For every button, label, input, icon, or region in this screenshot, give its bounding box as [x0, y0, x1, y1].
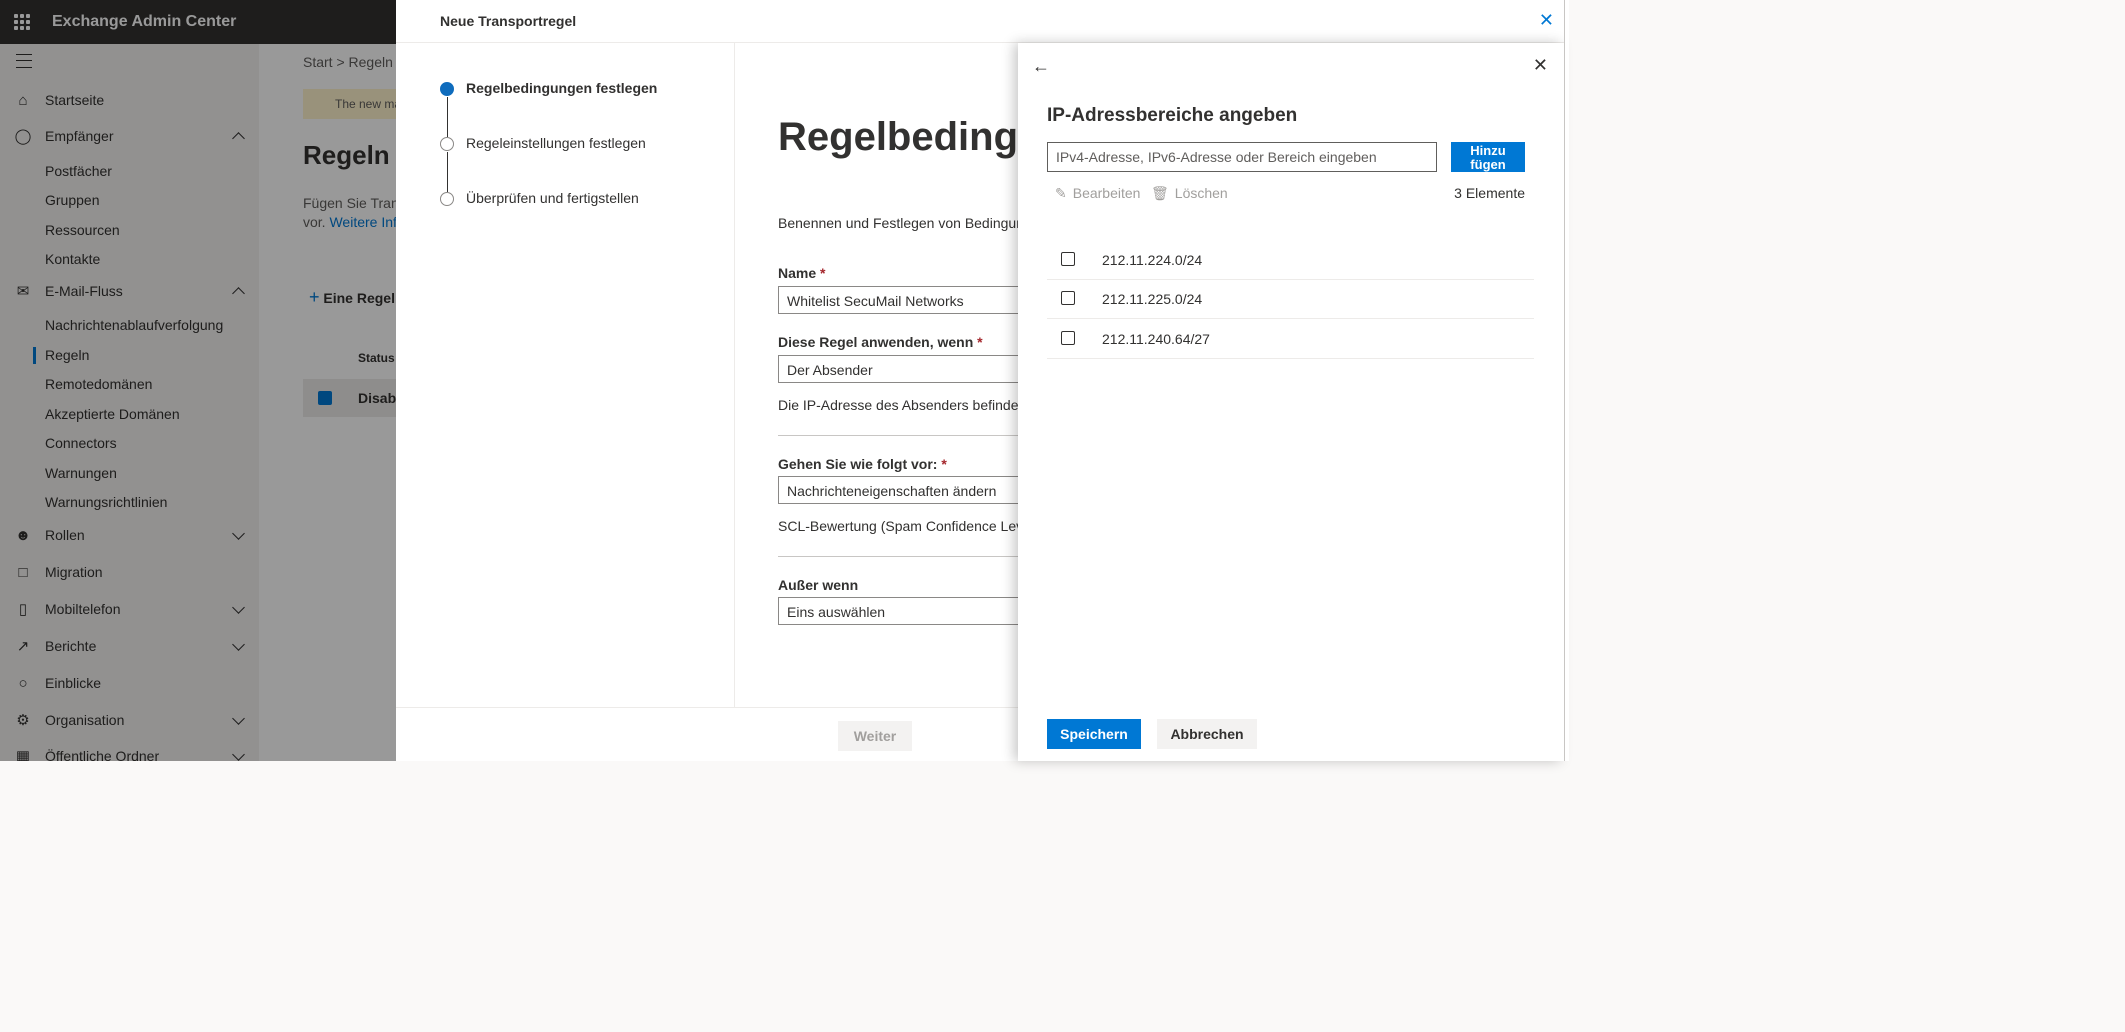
flyout-title: IP-Adressbereiche angeben: [1047, 105, 1298, 126]
next-button[interactable]: Weiter: [838, 721, 912, 751]
panel-header: Neue Transportregel ✕: [396, 0, 1568, 43]
apply-condition-label: Diese Regel anwenden, wenn *: [778, 334, 983, 350]
ip-range-input[interactable]: [1047, 142, 1437, 172]
ip-range: 212.11.240.64/27: [1102, 331, 1210, 347]
cancel-button[interactable]: Abbrechen: [1157, 719, 1257, 749]
back-arrow-icon[interactable]: ←: [1032, 56, 1050, 77]
delete-button[interactable]: 🗑 Löschen: [1151, 185, 1228, 202]
row-checkbox[interactable]: [1061, 252, 1075, 266]
action-detail: SCL-Bewertung (Spam Confidence Level) f: [778, 518, 1047, 534]
step-pending-icon: [440, 192, 454, 206]
row-checkbox[interactable]: [1061, 291, 1075, 305]
close-icon[interactable]: ✕: [1533, 55, 1548, 76]
close-icon[interactable]: ✕: [1539, 10, 1554, 31]
step-pending-icon: [440, 137, 454, 151]
panel-title: Neue Transportregel: [440, 13, 577, 29]
trash-icon: 🗑: [1151, 185, 1169, 201]
action-label: Gehen Sie wie folgt vor: *: [778, 456, 947, 472]
content-description: Benennen und Festlegen von Bedingungen: [778, 215, 1048, 231]
ip-range: 212.11.224.0/24: [1102, 252, 1203, 268]
list-item[interactable]: 212.11.224.0/24: [1047, 240, 1534, 280]
except-label: Außer wenn: [778, 577, 859, 593]
name-label: Name *: [778, 265, 826, 281]
step-connector: [447, 152, 448, 192]
list-item[interactable]: 212.11.240.64/27: [1047, 319, 1534, 359]
apply-condition-detail: Die IP-Adresse des Absenders befindet si…: [778, 397, 1044, 413]
ip-ranges-flyout: ← ✕ IP-Adressbereiche angeben Hinzu füge…: [1018, 43, 1564, 761]
wizard-steps: Regelbedingungen festlegen Regeleinstell…: [396, 43, 735, 707]
step-active-icon: [440, 82, 454, 96]
item-count: 3 Elemente: [1454, 185, 1525, 201]
window-edge: [1564, 0, 1569, 761]
step-connector: [447, 97, 448, 137]
save-button[interactable]: Speichern: [1047, 719, 1141, 749]
ip-range: 212.11.225.0/24: [1102, 291, 1203, 307]
edit-button[interactable]: ✎ Bearbeiten: [1055, 185, 1140, 202]
list-item[interactable]: 212.11.225.0/24: [1047, 279, 1534, 319]
add-button[interactable]: Hinzu fügen: [1451, 142, 1525, 172]
row-checkbox[interactable]: [1061, 331, 1075, 345]
content-title: Regelbedingu: [778, 115, 1043, 159]
pencil-icon: ✎: [1055, 185, 1067, 201]
